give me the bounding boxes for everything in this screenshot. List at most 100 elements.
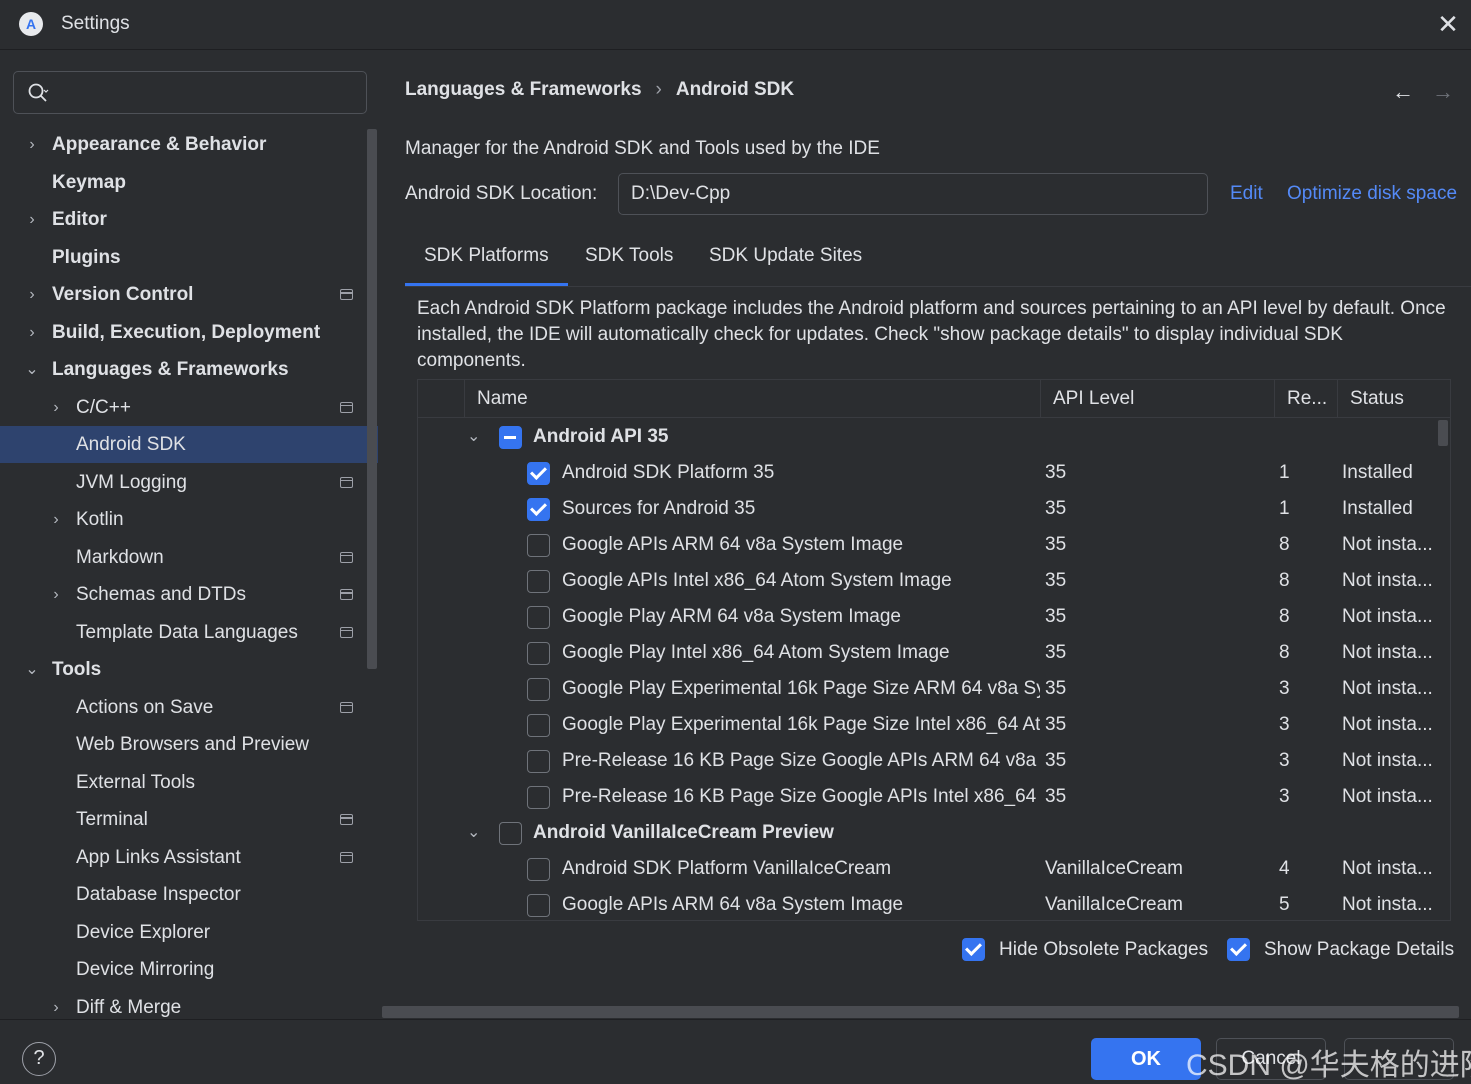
sidebar-item[interactable]: › Kotlin bbox=[0, 501, 378, 538]
show-details-option[interactable]: Show Package Details bbox=[1227, 935, 1457, 965]
package-checkbox[interactable] bbox=[499, 426, 522, 449]
sidebar-item[interactable]: Device Explorer bbox=[0, 914, 378, 951]
package-status: Not insta... bbox=[1342, 750, 1433, 771]
sidebar-item[interactable]: › C/C++ bbox=[0, 389, 378, 426]
show-details-checkbox[interactable] bbox=[1227, 938, 1250, 961]
table-row[interactable]: Pre-Release 16 KB Page Size Google APIs … bbox=[418, 743, 1436, 779]
table-row[interactable]: Android SDK Platform 35 35 1 Installed bbox=[418, 455, 1436, 491]
hide-obsolete-checkbox[interactable] bbox=[962, 938, 985, 961]
back-arrow-icon[interactable]: ← bbox=[1392, 79, 1414, 105]
chevron-right-icon[interactable]: › bbox=[23, 126, 41, 163]
sidebar-item[interactable]: › Build, Execution, Deployment bbox=[0, 314, 378, 351]
package-checkbox[interactable] bbox=[527, 678, 550, 701]
chevron-down-icon[interactable]: ⌄ bbox=[467, 815, 480, 851]
chevron-right-icon[interactable]: › bbox=[47, 389, 65, 426]
help-icon[interactable]: ? bbox=[22, 1042, 56, 1076]
package-name: Sources for Android 35 bbox=[562, 498, 756, 519]
package-api-level: 35 bbox=[1045, 678, 1067, 699]
package-status: Not insta... bbox=[1342, 714, 1433, 735]
chevron-right-icon[interactable]: › bbox=[23, 314, 41, 351]
package-checkbox[interactable] bbox=[527, 786, 550, 809]
column-revision[interactable]: Re... bbox=[1274, 380, 1337, 418]
chevron-right-icon[interactable]: › bbox=[23, 201, 41, 238]
sidebar-item[interactable]: Template Data Languages bbox=[0, 614, 378, 651]
table-row[interactable]: Google APIs ARM 64 v8a System Image 35 8 No… bbox=[418, 527, 1436, 563]
package-checkbox[interactable] bbox=[527, 606, 550, 629]
package-checkbox[interactable] bbox=[499, 822, 522, 845]
chevron-right-icon[interactable]: › bbox=[47, 576, 65, 613]
table-row[interactable]: Google Play Intel x86_64 Atom System Ima… bbox=[418, 635, 1436, 671]
table-scrollbar[interactable] bbox=[1438, 420, 1448, 446]
table-row[interactable]: Sources for Android 35 35 1 Installed bbox=[418, 491, 1436, 527]
ok-button[interactable]: OK bbox=[1091, 1038, 1201, 1080]
column-status[interactable]: Status bbox=[1337, 380, 1437, 418]
sidebar-scrollbar[interactable] bbox=[367, 129, 377, 669]
close-icon[interactable]: ✕ bbox=[1434, 10, 1462, 38]
chevron-right-icon[interactable]: › bbox=[23, 276, 41, 313]
chevron-down-icon[interactable]: ⌄ bbox=[467, 419, 480, 455]
sidebar-item[interactable]: Keymap bbox=[0, 164, 378, 201]
sidebar-item[interactable]: › Schemas and DTDs bbox=[0, 576, 378, 613]
settings-search-input[interactable] bbox=[13, 71, 367, 114]
sidebar-item[interactable]: Database Inspector bbox=[0, 876, 378, 913]
sidebar-item-label: Kotlin bbox=[76, 509, 124, 530]
chevron-down-icon[interactable]: ⌄ bbox=[23, 351, 41, 388]
package-checkbox[interactable] bbox=[527, 894, 550, 917]
package-revision: 3 bbox=[1279, 714, 1290, 735]
package-checkbox[interactable] bbox=[527, 462, 550, 485]
sidebar-item[interactable]: JVM Logging bbox=[0, 464, 378, 501]
sidebar-item-label: Schemas and DTDs bbox=[76, 584, 247, 605]
sidebar-item[interactable]: Android SDK bbox=[0, 426, 378, 463]
sidebar-item[interactable]: External Tools bbox=[0, 764, 378, 801]
horizontal-scrollbar[interactable] bbox=[382, 1006, 1459, 1018]
hide-obsolete-option[interactable]: Hide Obsolete Packages bbox=[962, 935, 1222, 965]
sidebar-item[interactable]: Plugins bbox=[0, 239, 378, 276]
sidebar-item[interactable]: Markdown bbox=[0, 539, 378, 576]
table-row[interactable]: Android SDK Platform VanillaIceCream Vani… bbox=[418, 851, 1436, 887]
package-status: Not insta... bbox=[1342, 678, 1433, 699]
package-checkbox[interactable] bbox=[527, 570, 550, 593]
table-group-row[interactable]: ⌄ Android API 35 bbox=[418, 419, 1436, 455]
package-checkbox[interactable] bbox=[527, 534, 550, 557]
table-row[interactable]: Google Play ARM 64 v8a System Image 35 8 No… bbox=[418, 599, 1436, 635]
table-group-row[interactable]: ⌄ Android VanillaIceCream Preview bbox=[418, 815, 1436, 851]
package-checkbox[interactable] bbox=[527, 498, 550, 521]
show-details-label: Show Package Details bbox=[1264, 939, 1455, 960]
column-api-level[interactable]: API Level bbox=[1040, 380, 1274, 418]
sidebar-item[interactable]: › Version Control bbox=[0, 276, 378, 313]
table-row[interactable]: Pre-Release 16 KB Page Size Google APIs … bbox=[418, 779, 1436, 815]
package-checkbox[interactable] bbox=[527, 714, 550, 737]
table-row[interactable]: Google APIs Intel x86_64 Atom System Ima… bbox=[418, 563, 1436, 599]
chevron-down-icon[interactable]: ⌄ bbox=[23, 651, 41, 688]
optimize-disk-space-link[interactable]: Optimize disk space bbox=[1287, 183, 1457, 205]
package-checkbox[interactable] bbox=[527, 858, 550, 881]
table-row[interactable]: Google APIs ARM 64 v8a System Image Vanil… bbox=[418, 887, 1436, 920]
package-revision: 8 bbox=[1279, 606, 1290, 627]
sidebar-item[interactable]: ⌄ Languages & Frameworks bbox=[0, 351, 378, 388]
tab-sdk-platforms[interactable]: SDK Platforms bbox=[405, 236, 568, 288]
package-revision: 4 bbox=[1279, 858, 1290, 879]
breadcrumb-parent[interactable]: Languages & Frameworks bbox=[405, 79, 642, 100]
sidebar-item[interactable]: Web Browsers and Preview bbox=[0, 726, 378, 763]
sidebar-item[interactable]: App Links Assistant bbox=[0, 839, 378, 876]
sidebar-item-label: C/C++ bbox=[76, 396, 131, 418]
forward-arrow-icon[interactable]: → bbox=[1432, 79, 1454, 105]
tab-sdk-update-sites[interactable]: SDK Update Sites bbox=[709, 236, 862, 288]
package-checkbox[interactable] bbox=[527, 750, 550, 773]
table-row[interactable]: Google Play Experimental 16k Page Size I… bbox=[418, 707, 1436, 743]
sidebar-item[interactable]: Actions on Save bbox=[0, 689, 378, 726]
sidebar-item[interactable]: Device Mirroring bbox=[0, 951, 378, 988]
chevron-right-icon[interactable]: › bbox=[47, 501, 65, 538]
sidebar-item[interactable]: › Editor bbox=[0, 201, 378, 238]
sidebar-item[interactable]: › Appearance & Behavior bbox=[0, 126, 378, 163]
table-row[interactable]: Google Play Experimental 16k Page Size A… bbox=[418, 671, 1436, 707]
sdk-location-field[interactable] bbox=[618, 173, 1208, 215]
package-checkbox[interactable] bbox=[527, 642, 550, 665]
package-revision: 3 bbox=[1279, 786, 1290, 807]
sidebar-item[interactable]: ⌄ Tools bbox=[0, 651, 378, 688]
edit-link[interactable]: Edit bbox=[1230, 183, 1263, 205]
main-panel: Languages & Frameworks › Android SDK ← → M… bbox=[380, 51, 1471, 1019]
column-name[interactable]: Name bbox=[464, 380, 1040, 418]
sidebar-item[interactable]: Terminal bbox=[0, 801, 378, 838]
tab-sdk-tools[interactable]: SDK Tools bbox=[585, 236, 673, 288]
